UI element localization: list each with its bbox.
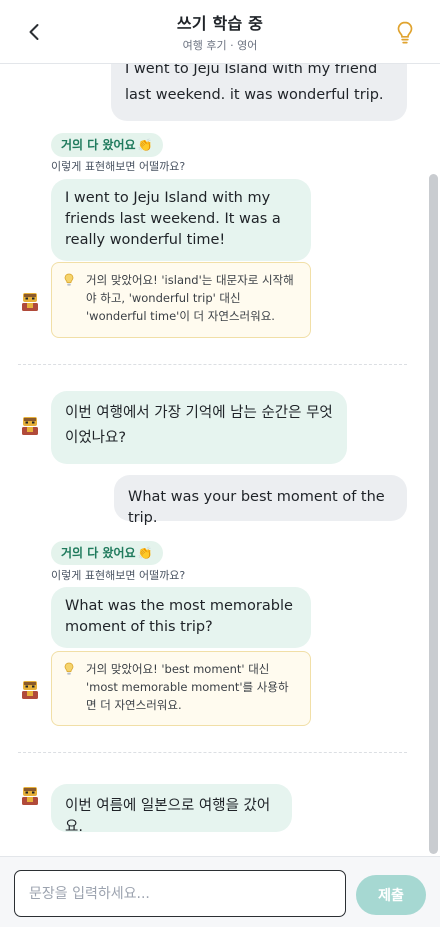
page-subtitle: 여행 후기 · 영어 (182, 39, 258, 52)
suggestion-caption: 이렇게 표현해보면 어떨까요? (51, 569, 186, 582)
tutor-avatar-icon (22, 787, 38, 805)
header: 쓰기 학습 중 여행 후기 · 영어 (0, 0, 440, 64)
writing-practice-screen: 쓰기 학습 중 여행 후기 · 영어 I went to Jeju Island… (0, 0, 440, 927)
user-message: What was your best moment of the trip. (114, 475, 407, 526)
suggestion-caption: 이렇게 표현해보면 어떨까요? (51, 160, 186, 173)
feedback-text: 거의 맞았어요! 'best moment' 대신 'most memorabl… (86, 662, 289, 712)
corrected-sentence: What was the most memorable moment of th… (51, 587, 311, 648)
composer-bar: 제출 (0, 856, 440, 927)
tutor-message: 이번 여름에 일본으로 여행을 갔어요. (51, 784, 292, 835)
status-badge-label: 거의 다 왔어요 (61, 138, 136, 152)
feedback-text: 거의 맞았어요! 'island'는 대문자로 시작해야 하고, 'wonder… (86, 273, 294, 323)
tutor-avatar-icon (22, 417, 38, 435)
feedback-box: 거의 맞았어요! 'island'는 대문자로 시작해야 하고, 'wonder… (51, 262, 311, 338)
status-badge: 거의 다 왔어요 👏 (51, 133, 163, 157)
tutor-avatar-icon (22, 293, 38, 311)
clapping-hands-icon: 👏 (137, 546, 153, 560)
status-badge-label: 거의 다 왔어요 (61, 546, 136, 560)
page-title: 쓰기 학습 중 (176, 14, 264, 33)
tutor-avatar-icon (22, 681, 38, 699)
submit-button[interactable]: 제출 (356, 875, 426, 915)
lightbulb-icon (64, 273, 74, 286)
sentence-input[interactable] (14, 870, 346, 917)
user-message: I went to Jeju Island with my friend las… (111, 64, 407, 121)
feedback-box: 거의 맞았어요! 'best moment' 대신 'most memorabl… (51, 651, 311, 726)
title-block: 쓰기 학습 중 여행 후기 · 영어 (0, 10, 440, 53)
corrected-sentence: I went to Jeju Island with my friends la… (51, 179, 311, 261)
lightbulb-icon (64, 662, 74, 675)
status-badge: 거의 다 왔어요 👏 (51, 541, 163, 565)
section-divider (18, 752, 407, 753)
tutor-message: 이번 여행에서 가장 기억에 남는 순간은 무엇이었나요? (51, 391, 347, 464)
chat-area[interactable]: I went to Jeju Island with my friend las… (0, 64, 440, 856)
scrollbar-thumb[interactable] (429, 174, 438, 854)
clapping-hands-icon: 👏 (137, 138, 153, 152)
lightbulb-icon (397, 21, 413, 44)
hint-button[interactable] (392, 19, 418, 47)
section-divider (18, 364, 407, 365)
